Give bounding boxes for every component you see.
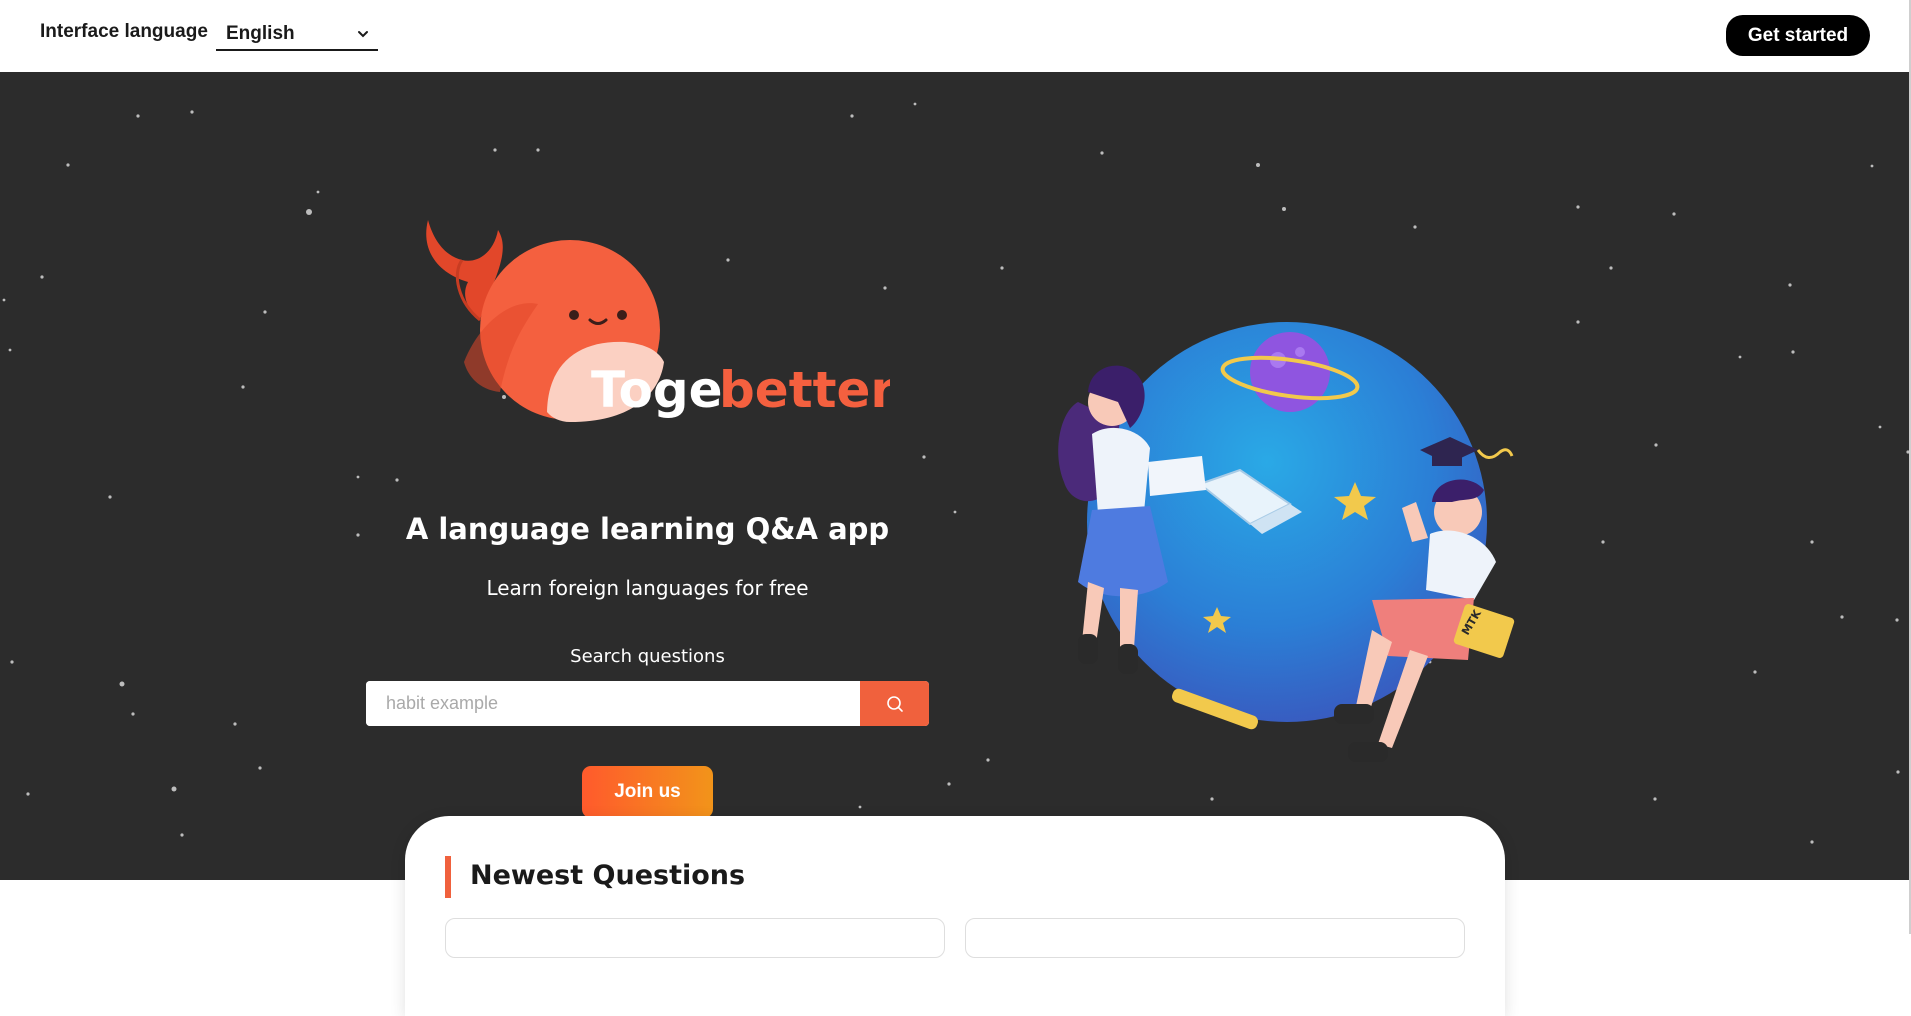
brand-name-part2: better (719, 361, 890, 419)
search-box (366, 681, 929, 726)
chevron-down-icon (358, 31, 368, 38)
togebetter-logo: Toge better (426, 220, 890, 422)
question-card[interactable] (965, 918, 1465, 958)
get-started-button[interactable]: Get started (1726, 15, 1870, 56)
hero-headline: A language learning Q&A app (405, 512, 890, 546)
interface-language-label: Interface language (40, 21, 208, 42)
hero-subline: Learn foreign languages for free (486, 576, 809, 600)
students-planet-illustration: MTK (1058, 322, 1515, 762)
language-select[interactable]: English (216, 18, 378, 51)
starfield-background (2, 102, 1911, 844)
brand-name-part1: Toge (591, 361, 723, 419)
newest-questions-title: Newest Questions (470, 860, 746, 891)
newest-questions-card: Newest Questions (405, 816, 1505, 1016)
search-input[interactable] (366, 681, 860, 726)
join-us-button[interactable]: Join us (582, 766, 713, 818)
top-navbar: Interface language English Get started (0, 0, 1911, 72)
hero-section: Toge better A language learning Q&A app … (0, 72, 1911, 880)
language-select-value: English (226, 22, 295, 44)
section-accent-bar (445, 856, 451, 898)
search-label: Search questions (570, 646, 725, 667)
question-card[interactable] (445, 918, 945, 958)
search-icon (886, 695, 903, 712)
search-button[interactable] (860, 681, 929, 726)
